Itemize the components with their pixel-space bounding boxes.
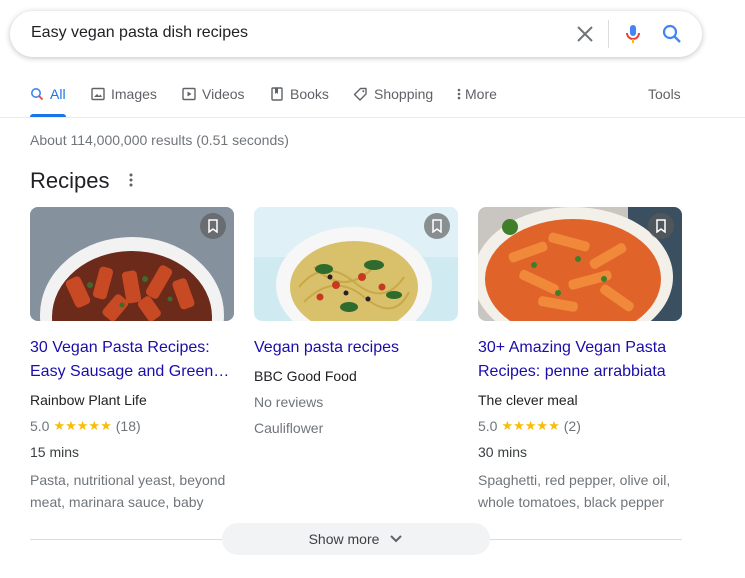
search-input[interactable]: Easy vegan pasta dish recipes — [31, 24, 248, 42]
section-title: Recipes — [30, 168, 110, 193]
recipe-image[interactable] — [30, 207, 234, 321]
recipe-ingredients: Spaghetti, red pepper, olive oil, whole … — [478, 472, 671, 510]
star-rating-icon: ★★★★★ — [501, 418, 560, 433]
show-more-button[interactable]: Show more — [222, 523, 490, 555]
image-icon — [91, 87, 105, 101]
recipe-image[interactable] — [254, 207, 458, 321]
rating-value: 5.0 — [30, 418, 50, 434]
rating-count: (2) — [563, 418, 581, 434]
more-vert-icon — [457, 88, 461, 100]
tab-label: All — [50, 86, 66, 102]
recipe-ingredients: Pasta, nutritional yeast, beyond meat, m… — [30, 472, 226, 510]
search-bar[interactable]: Easy vegan pasta dish recipes — [10, 11, 702, 57]
bookmark-icon[interactable] — [200, 213, 226, 239]
clear-icon[interactable] — [573, 22, 597, 46]
result-stats: About 114,000,000 results (0.51 seconds) — [30, 132, 289, 148]
bookmark-icon[interactable] — [424, 213, 450, 239]
search-icon[interactable] — [660, 22, 684, 46]
tools-button[interactable]: Tools — [648, 86, 681, 116]
recipe-title[interactable]: 30+ Amazing Vegan Pasta Recipes: penne a… — [478, 336, 682, 384]
tabs-divider — [0, 117, 745, 118]
search-divider — [608, 20, 609, 48]
recipe-title[interactable]: 30 Vegan Pasta Recipes: Easy Sausage and… — [30, 336, 234, 384]
book-icon — [271, 87, 283, 101]
recipe-rating: 5.0 ★★★★★ (18) — [30, 417, 234, 435]
tab-all[interactable]: All — [30, 86, 66, 116]
search-tabs: All Images Videos Books Shopping More To… — [0, 80, 745, 118]
more-vert-icon[interactable] — [122, 171, 140, 189]
recipe-card[interactable]: 30+ Amazing Vegan Pasta Recipes: penne a… — [478, 207, 682, 513]
recipe-image[interactable] — [478, 207, 682, 321]
chevron-down-icon — [390, 535, 403, 543]
tab-videos[interactable]: Videos — [182, 86, 245, 116]
tag-icon — [353, 87, 367, 101]
tab-label: Images — [111, 86, 157, 102]
tab-label: Videos — [202, 86, 245, 102]
recipe-rating: 5.0 ★★★★★ (2) — [478, 417, 682, 435]
recipe-time: 15 mins — [30, 444, 80, 460]
tab-books[interactable]: Books — [270, 86, 329, 116]
tab-label: Shopping — [374, 86, 434, 102]
rating-value: 5.0 — [478, 418, 498, 434]
tools-label: Tools — [648, 86, 681, 102]
search-icon — [31, 88, 44, 101]
tab-label: Books — [290, 86, 329, 102]
recipe-title[interactable]: Vegan pasta recipes — [254, 336, 458, 360]
tab-shopping[interactable]: Shopping — [353, 86, 433, 116]
show-more-label: Show more — [308, 531, 380, 547]
bookmark-icon[interactable] — [648, 213, 674, 239]
tab-label: More — [465, 86, 497, 102]
star-rating-icon: ★★★★★ — [53, 418, 112, 433]
recipe-reviews: No reviews — [254, 394, 324, 410]
microphone-icon[interactable] — [621, 22, 645, 46]
recipe-card[interactable]: 30 Vegan Pasta Recipes: Easy Sausage and… — [30, 207, 234, 513]
recipe-card[interactable]: Vegan pasta recipes BBC Good Food No rev… — [254, 207, 458, 437]
tab-images[interactable]: Images — [91, 86, 157, 116]
recipe-source: BBC Good Food — [254, 368, 357, 384]
recipe-time: 30 mins — [478, 444, 528, 460]
recipe-ingredients: Cauliflower — [254, 420, 324, 436]
video-icon — [182, 87, 196, 101]
rating-count: (18) — [115, 418, 141, 434]
tab-more[interactable]: More — [457, 86, 497, 116]
recipe-source: The clever meal — [478, 392, 578, 408]
recipe-source: Rainbow Plant Life — [30, 392, 147, 408]
